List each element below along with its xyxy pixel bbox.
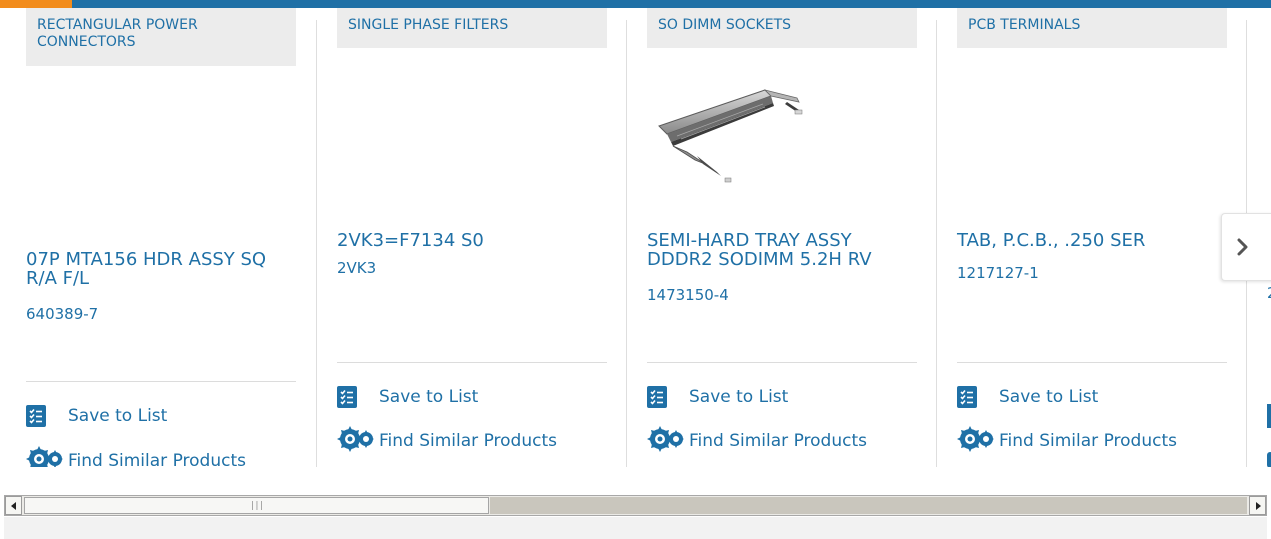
save-to-list-label: Save to List <box>68 406 168 426</box>
card-divider <box>957 362 1227 363</box>
card-divider <box>337 362 607 363</box>
product-card: PCB TERMINALS TAB, P.C.B., .250 SER 1217… <box>957 8 1227 467</box>
category-label[interactable]: RECTANGULAR POWER CONNECTORS <box>26 8 296 66</box>
card-separator <box>936 20 937 467</box>
card-divider <box>647 362 917 363</box>
save-to-list-button[interactable]: Save to List <box>647 385 788 409</box>
card-separator <box>626 20 627 467</box>
gears-icon <box>26 446 64 467</box>
product-card: RECTANGULAR POWER CONNECTORS 07P MTA156 … <box>26 8 296 467</box>
arrow-left-icon <box>10 501 16 510</box>
find-similar-products-button[interactable]: Find Similar Products <box>26 446 246 467</box>
gears-icon[interactable] <box>1267 452 1271 467</box>
footer-area <box>4 517 1267 539</box>
top-accent-bar <box>0 0 1271 8</box>
find-similar-products-label: Find Similar Products <box>689 431 867 451</box>
carousel-next-button[interactable] <box>1221 213 1271 281</box>
scrollbar-thumb[interactable]: ||| <box>24 497 489 514</box>
scroll-left-button[interactable] <box>5 496 22 515</box>
category-label[interactable]: PCB TERMINALS <box>957 8 1227 48</box>
save-to-list-button[interactable]: Save to List <box>337 385 478 409</box>
checklist-icon[interactable] <box>1267 404 1271 428</box>
find-similar-products-label: Find Similar Products <box>68 451 246 467</box>
arrow-right-icon <box>1255 501 1261 510</box>
part-number: 1217127-1 <box>957 264 1039 282</box>
save-to-list-label: Save to List <box>689 387 789 407</box>
save-to-list-label: Save to List <box>379 387 479 407</box>
save-to-list-button[interactable]: Save to List <box>957 385 1098 409</box>
category-label[interactable]: SO DIMM SOCKETS <box>647 8 917 48</box>
part-number: 2 <box>1267 284 1271 302</box>
scrollbar-track[interactable] <box>490 497 1247 514</box>
find-similar-products-button[interactable]: Find Similar Products <box>337 426 557 456</box>
save-to-list-button[interactable]: Save to List <box>26 404 167 428</box>
product-card: SINGLE PHASE FILTERS 2VK3=F7134 S0 2VK3 … <box>337 8 607 467</box>
gears-icon <box>647 426 685 456</box>
product-title-link[interactable]: 2VK3=F7134 S0 <box>337 231 607 250</box>
product-title-link[interactable]: TAB, P.C.B., .250 SER <box>957 231 1227 250</box>
save-to-list-label: Save to List <box>999 387 1099 407</box>
find-similar-products-button[interactable]: Find Similar Products <box>957 426 1177 456</box>
category-label[interactable]: SINGLE PHASE FILTERS <box>337 8 607 48</box>
scroll-right-button[interactable] <box>1249 496 1266 515</box>
horizontal-scrollbar[interactable]: ||| <box>4 495 1267 516</box>
product-title-link[interactable]: SEMI-HARD TRAY ASSY DDDR2 SODIMM 5.2H RV <box>647 231 917 269</box>
gears-icon <box>957 426 995 456</box>
top-accent-orange <box>0 0 72 8</box>
scrollbar-grip: ||| <box>249 500 264 511</box>
gears-icon <box>337 426 375 456</box>
chevron-right-icon <box>1237 238 1248 256</box>
part-number: 640389-7 <box>26 305 99 323</box>
checklist-icon <box>957 386 977 408</box>
find-similar-products-label: Find Similar Products <box>379 431 557 451</box>
part-number: 1473150-4 <box>647 286 729 304</box>
checklist-icon <box>26 405 46 427</box>
card-divider <box>26 381 296 382</box>
product-card: SO DIMM SOCKETS SEMI-HARD TRAY ASSY DDDR… <box>647 8 917 467</box>
find-similar-products-button[interactable]: Find Similar Products <box>647 426 867 456</box>
part-number: 2VK3 <box>337 259 377 277</box>
checklist-icon <box>647 386 667 408</box>
product-title-link[interactable]: 07P MTA156 HDR ASSY SQ R/A F/L <box>26 250 296 288</box>
product-image[interactable] <box>647 76 807 196</box>
checklist-icon <box>337 386 357 408</box>
product-carousel: RECTANGULAR POWER CONNECTORS 07P MTA156 … <box>0 8 1271 467</box>
card-separator <box>316 20 317 467</box>
find-similar-products-label: Find Similar Products <box>999 431 1177 451</box>
